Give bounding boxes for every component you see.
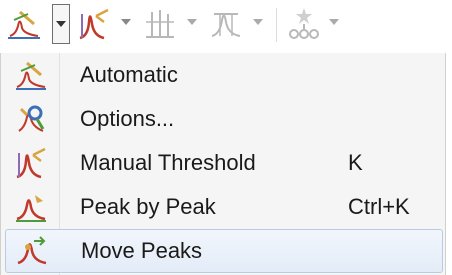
- peak-detection-menu: Automatic Options... Manual Threshold K …: [0, 53, 446, 275]
- menu-item-automatic[interactable]: Automatic: [1, 53, 445, 97]
- menu-item-peak-by-peak[interactable]: Peak by Peak Ctrl+K: [1, 185, 445, 229]
- menu-item-label: Manual Threshold: [80, 150, 256, 175]
- baseline-dropdown-arrow[interactable]: [184, 14, 200, 30]
- cluster-button[interactable]: [284, 4, 324, 44]
- cluster-dropdown-arrow[interactable]: [326, 14, 342, 30]
- chevron-down-icon: [253, 19, 263, 25]
- automatic-peak-button[interactable]: [4, 4, 44, 44]
- menu-item-shortcut: K: [348, 150, 363, 175]
- chevron-down-icon: [121, 19, 131, 25]
- baseline-button[interactable]: [140, 4, 180, 44]
- options-icon: [18, 105, 45, 132]
- manual-threshold-icon: [16, 147, 46, 179]
- manual-threshold-icon: [79, 8, 109, 40]
- move-peaks-icon: [17, 236, 47, 265]
- peak-toolbar: [0, 0, 452, 50]
- baseline-icon: [146, 10, 174, 38]
- menu-item-label: Options...: [80, 106, 175, 131]
- manual-threshold-dropdown-arrow[interactable]: [118, 14, 134, 30]
- peak-shape-dropdown-arrow[interactable]: [250, 14, 266, 30]
- manual-threshold-button[interactable]: [74, 4, 114, 44]
- menu-item-shortcut: Ctrl+K: [348, 194, 410, 219]
- automatic-peak-icon: [8, 10, 40, 39]
- cluster-icon: [289, 8, 319, 39]
- menu-item-manual-threshold[interactable]: Manual Threshold K: [1, 141, 445, 185]
- automatic-dropdown-arrow[interactable]: [52, 4, 70, 44]
- menu-item-label: Peak by Peak: [80, 194, 216, 219]
- automatic-peak-icon: [16, 61, 46, 90]
- chevron-down-icon: [329, 19, 339, 25]
- menu-item-move-peaks[interactable]: Move Peaks: [5, 229, 443, 273]
- toolbar-separator: [276, 8, 277, 42]
- menu-item-options[interactable]: Options...: [1, 97, 445, 141]
- chevron-down-icon: [56, 21, 66, 27]
- peak-shape-icon: [211, 13, 241, 37]
- menu-item-label: Automatic: [80, 62, 178, 87]
- peak-by-peak-icon: [16, 195, 46, 222]
- chevron-down-icon: [187, 19, 197, 25]
- menu-item-label: Move Peaks: [81, 238, 203, 263]
- peak-shape-button[interactable]: [206, 4, 246, 44]
